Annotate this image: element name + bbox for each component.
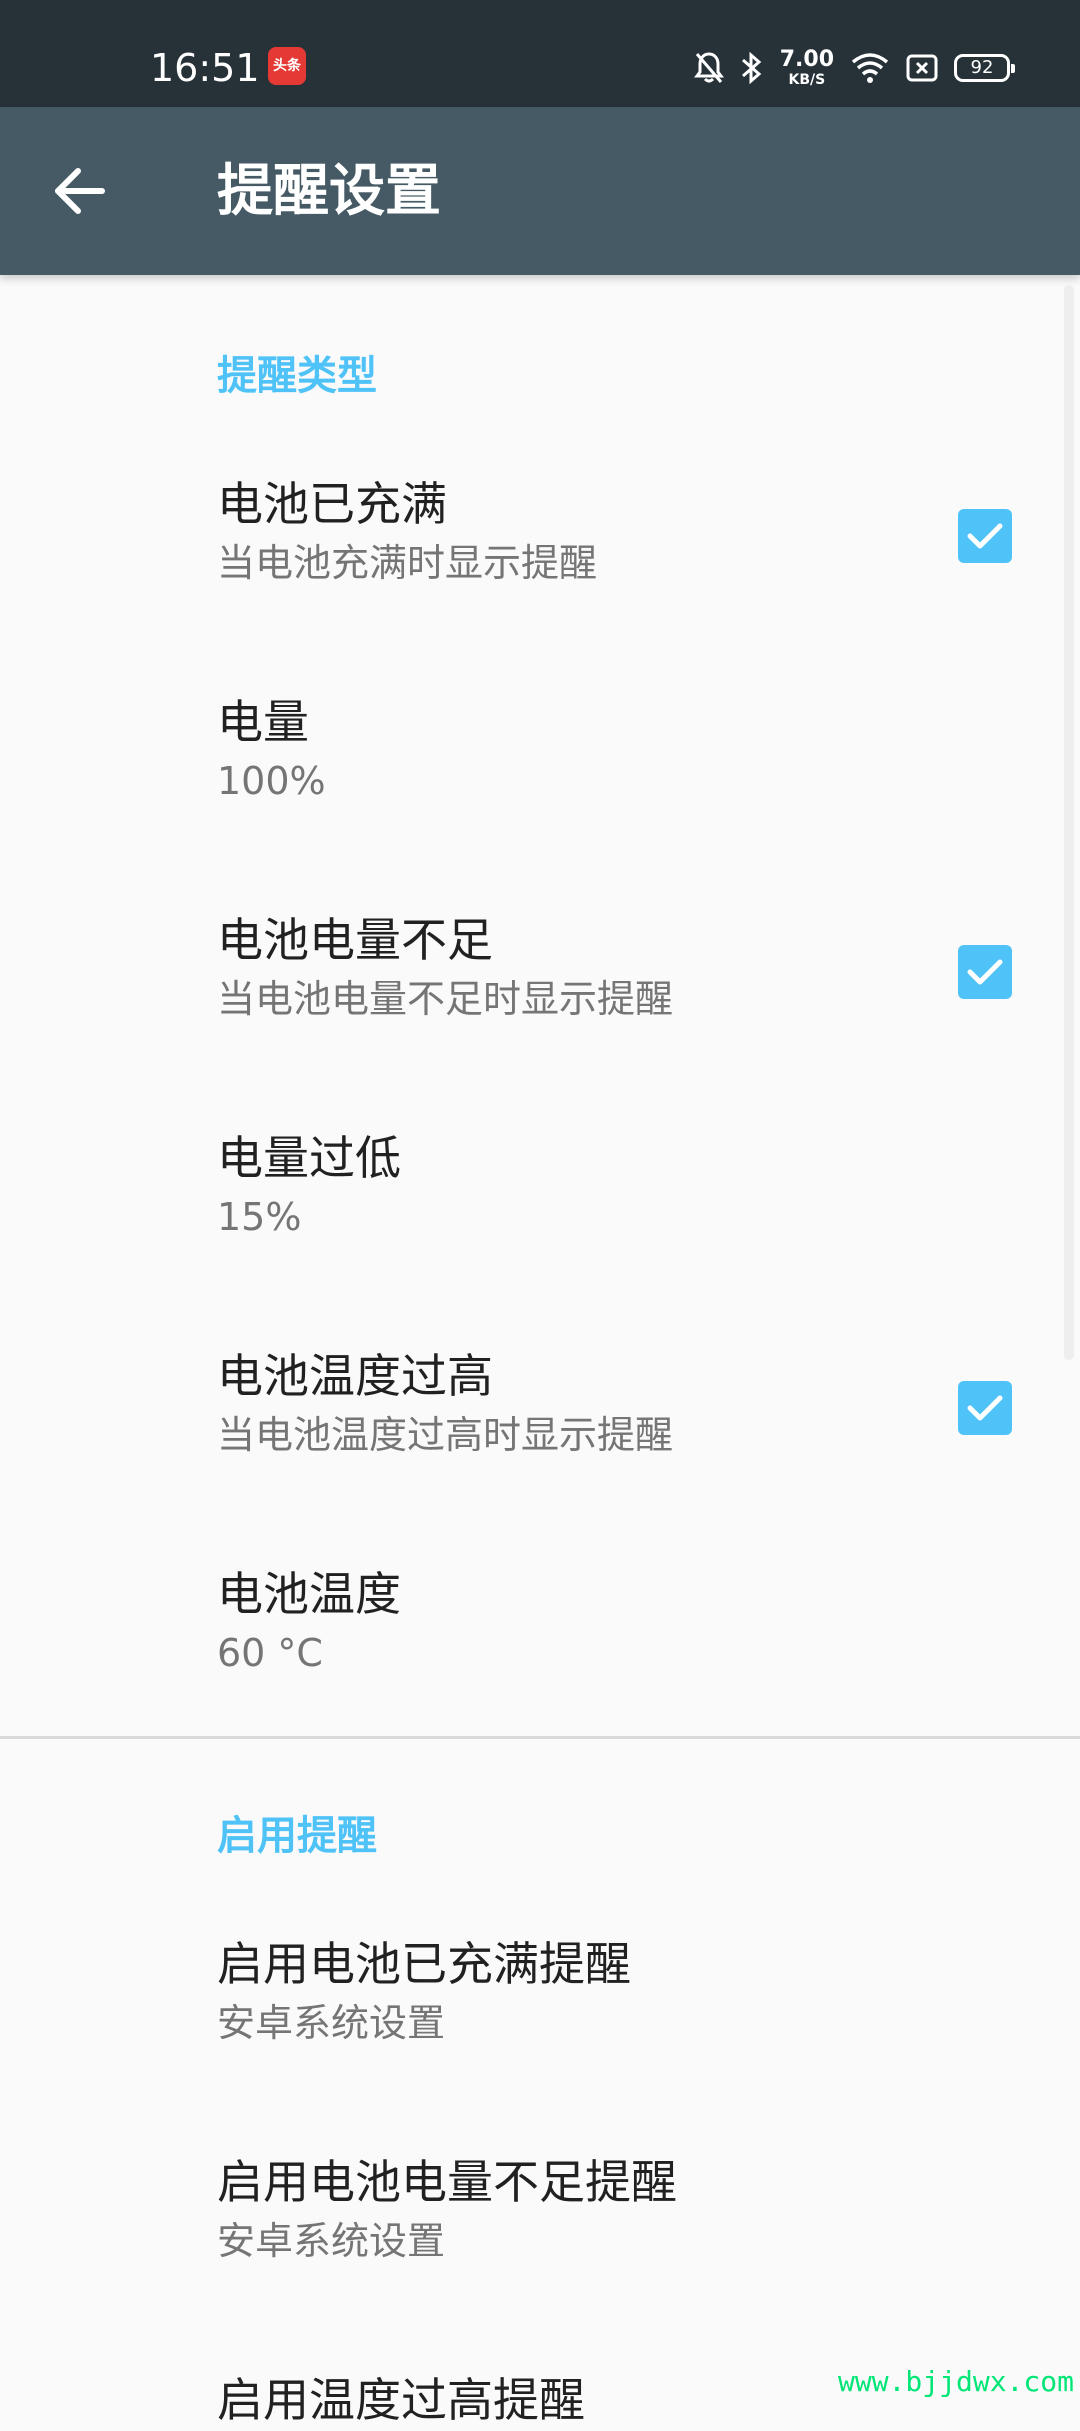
pref-title: 电量 (217, 695, 309, 749)
pref-temp-high[interactable]: 电池温度过高 当电池温度过高时显示提醒 (0, 1347, 1060, 1507)
wifi-icon (851, 53, 889, 83)
section-header-reminder-type: 提醒类型 (217, 353, 377, 399)
status-icons: 7.00 KB/S 92 (693, 44, 1015, 92)
status-bar: 16:51 头条 7.00 KB/S 92 (0, 0, 1080, 107)
speed-unit: KB/S (788, 72, 826, 88)
battery-icon: 92 (954, 54, 1015, 82)
pref-title: 启用温度过高提醒 (217, 2373, 585, 2427)
pref-battery-full[interactable]: 电池已充满 当电池充满时显示提醒 (0, 475, 1060, 635)
page-title: 提醒设置 (217, 159, 441, 224)
speed-value: 7.00 (779, 47, 834, 72)
pref-title: 启用电池已充满提醒 (217, 1937, 631, 1991)
network-speed: 7.00 KB/S (779, 47, 834, 88)
pref-summary: 安卓系统设置 (217, 2001, 446, 2045)
battery-low-checkbox[interactable] (958, 945, 1012, 999)
scrollbar[interactable] (1064, 285, 1074, 1360)
pref-title: 电池已充满 (217, 477, 447, 531)
pref-enable-full-reminder[interactable]: 启用电池已充满提醒 安卓系统设置 (0, 1935, 1060, 2095)
pref-summary: 15% (217, 1195, 302, 1239)
temp-high-checkbox[interactable] (958, 1381, 1012, 1435)
status-time: 16:51 (150, 46, 260, 90)
check-icon (967, 1395, 1003, 1421)
pref-summary: 安卓系统设置 (217, 2219, 446, 2263)
pref-title: 电量过低 (217, 1131, 401, 1185)
back-button[interactable] (40, 151, 120, 231)
pref-summary: 当电池温度过高时显示提醒 (217, 1413, 674, 1457)
bell-off-icon (693, 52, 724, 83)
arrow-left-icon (55, 168, 105, 214)
check-icon (967, 523, 1003, 549)
section-divider (0, 1736, 1080, 1739)
pref-enable-low-reminder[interactable]: 启用电池电量不足提醒 安卓系统设置 (0, 2153, 1060, 2313)
battery-full-checkbox[interactable] (958, 509, 1012, 563)
pref-battery-low[interactable]: 电池电量不足 当电池电量不足时显示提醒 (0, 911, 1060, 1071)
pref-summary: 当电池电量不足时显示提醒 (217, 977, 674, 1021)
pref-title: 电池温度 (217, 1567, 401, 1621)
pref-charge-level[interactable]: 电量 100% (0, 693, 1060, 853)
check-icon (967, 959, 1003, 985)
toutiao-app-icon: 头条 (268, 47, 306, 85)
section-header-enable-reminders: 启用提醒 (217, 1813, 377, 1859)
bluetooth-icon (741, 51, 761, 85)
pref-battery-temp[interactable]: 电池温度 60 °C (0, 1565, 1060, 1725)
pref-title: 启用电池电量不足提醒 (217, 2155, 677, 2209)
pref-summary: 当电池充满时显示提醒 (217, 541, 598, 585)
pref-low-level[interactable]: 电量过低 15% (0, 1129, 1060, 1289)
no-sim-icon (906, 54, 938, 82)
pref-summary: 100% (217, 759, 326, 803)
pref-title: 电池电量不足 (217, 913, 493, 967)
toolbar: 提醒设置 (0, 107, 1080, 275)
watermark: www.bjjdwx.com (837, 2365, 1074, 2398)
pref-title: 电池温度过高 (217, 1349, 493, 1403)
pref-summary: 60 °C (217, 1631, 323, 1675)
